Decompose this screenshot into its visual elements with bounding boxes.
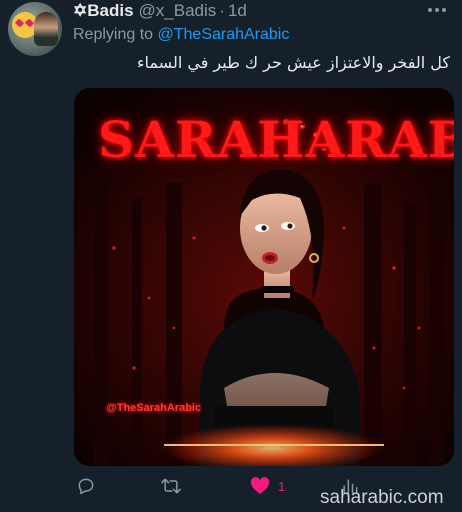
tweet-time[interactable]: 1d — [228, 1, 247, 21]
reply-button[interactable] — [76, 474, 96, 498]
author-handle[interactable]: @x_Badis — [139, 1, 217, 21]
separator-dot: · — [219, 1, 225, 20]
replying-to: Replying to @TheSarahArabic — [73, 26, 289, 44]
profile-photo — [34, 12, 58, 46]
like-count: 1 — [278, 478, 286, 494]
media-logo-text: SARAHARABIC — [98, 110, 454, 169]
media-watermark: @TheSarahArabic — [106, 402, 202, 414]
tweet-text: كل الفخر والاعتزاز عيش حر ك طير في السما… — [137, 53, 450, 72]
heart-icon — [250, 477, 270, 495]
author-name[interactable]: ✡Badis — [73, 1, 134, 21]
more-options-icon[interactable] — [428, 3, 446, 17]
replying-to-label: Replying to — [73, 26, 154, 43]
tweet-card[interactable]: ✡Badis @x_Badis · 1d Replying to @TheSar… — [0, 0, 462, 512]
like-button[interactable]: 1 — [250, 474, 285, 498]
reply-icon — [78, 478, 94, 495]
retweet-button[interactable] — [160, 474, 182, 498]
retweet-icon — [161, 478, 181, 494]
tweet-header: ✡Badis @x_Badis · 1d — [73, 1, 247, 21]
site-watermark: saharabic.com — [320, 487, 444, 508]
avatar[interactable] — [8, 2, 62, 56]
tweet-media-image[interactable]: SARAHARABIC @TheSarahArabic — [74, 88, 454, 466]
replying-to-mention[interactable]: @TheSarahArabic — [158, 26, 290, 43]
